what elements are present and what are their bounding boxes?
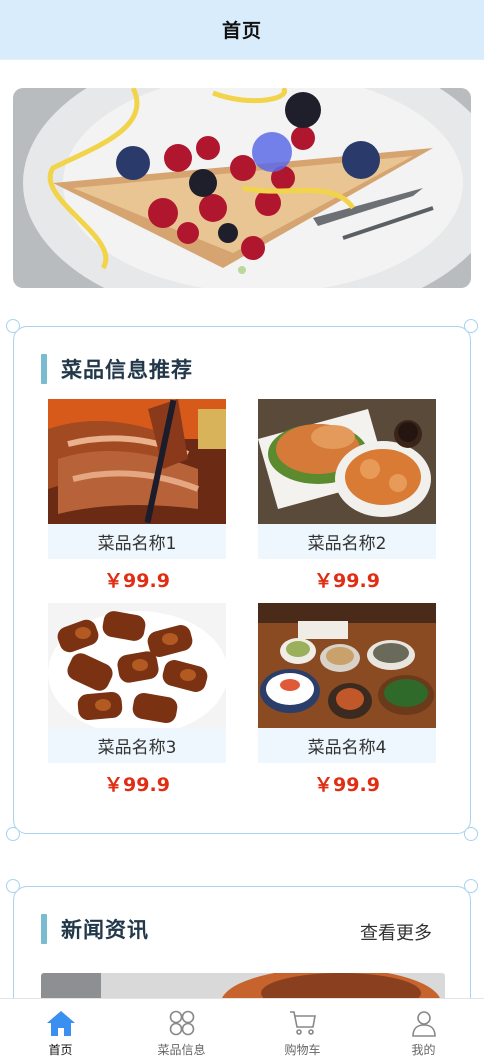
grid-icon [166, 1008, 198, 1038]
dish-card[interactable]: 菜品名称3 ￥99.9 [48, 603, 226, 803]
section-accent-bar [41, 914, 47, 944]
news-section: 新闻资讯 查看更多 [6, 879, 478, 998]
dish-price: ￥99.9 [314, 569, 380, 592]
recommend-title: 菜品信息推荐 [61, 358, 193, 382]
view-more-link[interactable]: 查看更多 [360, 919, 432, 945]
recommend-section: 菜品信息推荐 菜品名称1 ￥99.9 菜品名称2 ￥99.9 菜品名称3 ￥99… [6, 319, 478, 841]
home-icon [45, 1008, 77, 1038]
app-page: 首页 菜品信息推荐 菜品名称1 ￥99.9 菜品名称2 ￥99.9 菜品名称3 … [0, 0, 484, 1062]
banner-carousel[interactable] [13, 88, 471, 288]
dish-name: 菜品名称4 [258, 728, 436, 763]
tab-label: 首页 [48, 1043, 73, 1057]
news-header: 新闻资讯 [41, 914, 149, 944]
dish-card[interactable]: 菜品名称1 ￥99.9 [48, 399, 226, 599]
dish-image [48, 399, 226, 524]
news-image[interactable] [41, 973, 445, 998]
top-navigation-bar: 首页 [0, 0, 484, 60]
tab-label: 我的 [411, 1043, 436, 1057]
cart-icon [287, 1008, 319, 1038]
tab-home[interactable]: 首页 [0, 999, 121, 1062]
tab-cart[interactable]: 购物车 [242, 999, 363, 1062]
dish-price: ￥99.9 [314, 773, 380, 796]
dish-image [48, 603, 226, 728]
dish-name: 菜品名称3 [48, 728, 226, 763]
dish-image [258, 399, 436, 524]
dish-name: 菜品名称1 [48, 524, 226, 559]
page-title: 首页 [221, 20, 262, 42]
recommend-header: 菜品信息推荐 [41, 354, 193, 384]
banner-image [13, 88, 471, 288]
tab-mine[interactable]: 我的 [363, 999, 484, 1062]
bottom-tab-bar: 首页 菜品信息 购物车 我的 [0, 998, 484, 1062]
dish-image [258, 603, 436, 728]
tab-label: 菜品信息 [157, 1043, 206, 1057]
dish-name: 菜品名称2 [258, 524, 436, 559]
dish-price: ￥99.9 [104, 773, 170, 796]
section-accent-bar [41, 354, 47, 384]
dish-card[interactable]: 菜品名称2 ￥99.9 [258, 399, 436, 599]
news-title: 新闻资讯 [61, 918, 149, 942]
user-icon [408, 1008, 440, 1038]
scroll-content[interactable]: 菜品信息推荐 菜品名称1 ￥99.9 菜品名称2 ￥99.9 菜品名称3 ￥99… [0, 60, 484, 998]
dish-card[interactable]: 菜品名称4 ￥99.9 [258, 603, 436, 803]
dish-price: ￥99.9 [104, 569, 170, 592]
tab-label: 购物车 [284, 1043, 321, 1057]
tab-dish-info[interactable]: 菜品信息 [121, 999, 242, 1062]
